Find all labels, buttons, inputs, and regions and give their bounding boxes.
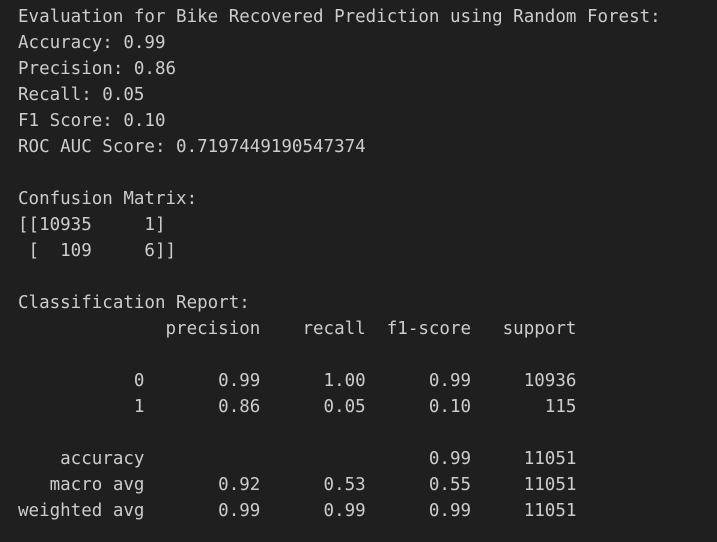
- report-column-headers: precision recall f1-score support: [18, 319, 577, 339]
- roc-auc-line: ROC AUC Score: 0.7197449190547374: [18, 137, 366, 157]
- precision-line: Precision: 0.86: [18, 59, 177, 79]
- confusion-matrix-row-1: [[10935 1]: [18, 215, 166, 235]
- report-row-accuracy: accuracy 0.99 11051: [18, 449, 577, 469]
- recall-line: Recall: 0.05: [18, 85, 145, 105]
- evaluation-header-line: Evaluation for Bike Recovered Prediction…: [18, 7, 661, 27]
- confusion-matrix-row-2: [ 109 6]]: [18, 241, 177, 261]
- report-row-class-1: 1 0.86 0.05 0.10 115: [18, 397, 577, 417]
- report-row-weighted-avg: weighted avg 0.99 0.99 0.99 11051: [18, 501, 577, 521]
- terminal-output: Evaluation for Bike Recovered Prediction…: [18, 4, 661, 524]
- report-row-class-0: 0 0.99 1.00 0.99 10936: [18, 371, 577, 391]
- report-row-macro-avg: macro avg 0.92 0.53 0.55 11051: [18, 475, 577, 495]
- f1-score-line: F1 Score: 0.10: [18, 111, 166, 131]
- classification-report-header-line: Classification Report:: [18, 293, 250, 313]
- confusion-matrix-header-line: Confusion Matrix:: [18, 189, 198, 209]
- accuracy-line: Accuracy: 0.99: [18, 33, 166, 53]
